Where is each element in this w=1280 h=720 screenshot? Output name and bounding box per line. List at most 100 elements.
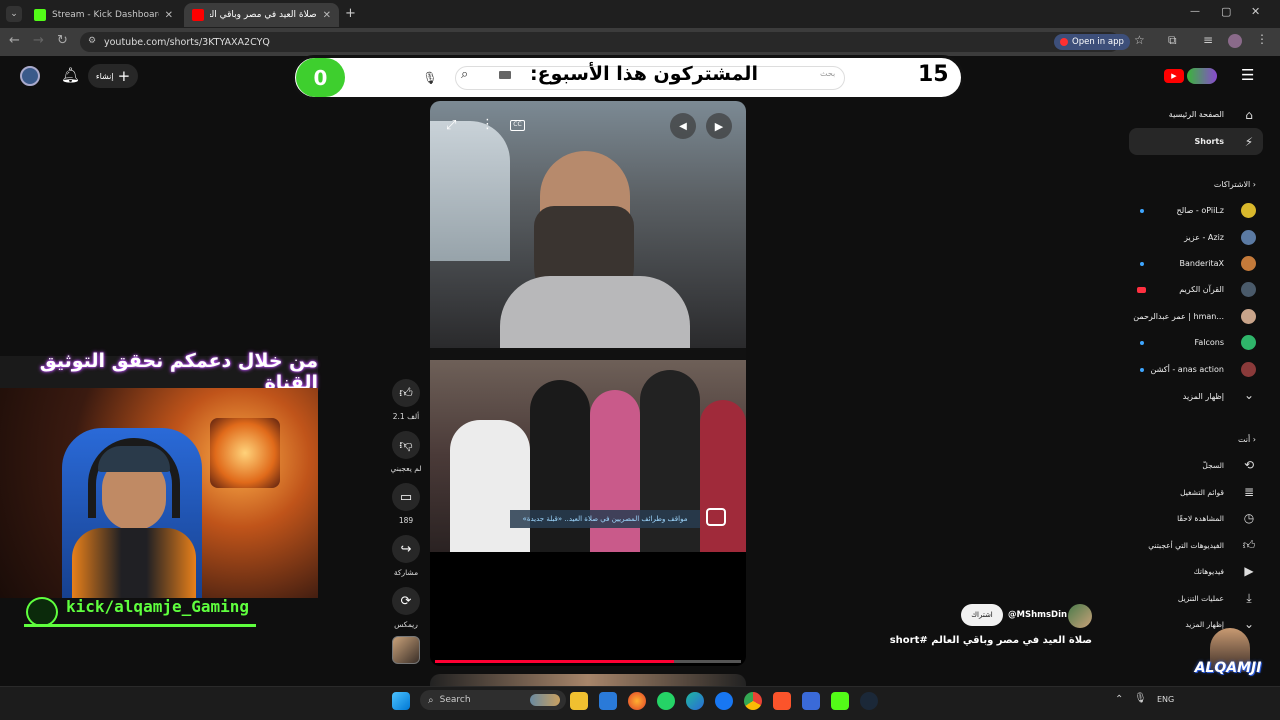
bookmark-star-icon[interactable]: ☆ (1134, 33, 1145, 47)
dislike-button[interactable]: 👎︎ (392, 431, 420, 459)
channel-avatar[interactable] (1068, 604, 1092, 628)
sidebar-item-shorts[interactable]: Shorts (1195, 137, 1224, 146)
steam-icon[interactable] (860, 692, 878, 710)
mail-icon[interactable] (599, 692, 617, 710)
subscriber-counter-left: 0 (296, 58, 345, 97)
chrome-icon[interactable] (744, 692, 762, 710)
video-divider (430, 348, 746, 360)
thumbs-down-icon: 👎︎ (399, 437, 413, 453)
site-info-icon[interactable]: ⚙ (88, 36, 96, 46)
tab-youtube-short[interactable]: صلاة العيد في مصر وباقي العالم ✕ (184, 3, 339, 27)
channel-avatar[interactable] (1241, 203, 1256, 218)
remix-label: ريمكس (394, 620, 418, 629)
sidebar-item-subscription[interactable]: BanderitaX (1180, 259, 1225, 268)
profile-avatar[interactable] (1228, 34, 1242, 48)
channel-avatar[interactable] (1241, 230, 1256, 245)
close-window-button[interactable]: ✕ (1251, 5, 1260, 18)
sidebar-item-you[interactable]: إظهار المزيد (1185, 620, 1224, 629)
kick-app-icon[interactable] (831, 692, 849, 710)
fireplace (210, 418, 280, 488)
remix-button[interactable]: ⟳ (392, 587, 420, 615)
short-video-player[interactable]: مواقف وطرائف المصريين في صلاة العيد.. «ق… (430, 101, 746, 666)
back-icon[interactable]: ← (9, 33, 20, 48)
edge-icon[interactable] (686, 692, 704, 710)
notifications-bell-icon[interactable]: 🔔︎ (61, 66, 80, 84)
file-explorer-icon[interactable] (570, 692, 588, 710)
keyboard-icon[interactable] (499, 71, 511, 79)
language-indicator[interactable]: ENG (1157, 695, 1174, 704)
windows-start-icon[interactable] (392, 692, 410, 710)
create-button[interactable]: إنشاء + (88, 64, 138, 88)
address-bar[interactable]: ⚙ youtube.com/shorts/3KTYAXA2CYQ (80, 32, 1120, 52)
close-tab-icon[interactable]: ✕ (323, 10, 331, 21)
tab-kick-dashboard[interactable]: Stream - Kick Dashboard ✕ (26, 3, 181, 27)
sidebar-item-you[interactable]: المشاهدة لاحقًا (1177, 514, 1224, 523)
sidebar-item-you[interactable]: قوائم التشغيل (1180, 488, 1224, 497)
sidebar-item-you[interactable]: فيديوهاتك (1194, 567, 1224, 576)
sidebar-item-subscription[interactable]: عزيز - Aziz (1184, 233, 1224, 242)
channel-avatar[interactable] (1241, 282, 1256, 297)
channel-avatar[interactable] (1241, 309, 1256, 324)
sidebar-item-you[interactable]: عمليات التنزيل (1178, 594, 1224, 603)
progress-bar-fill (435, 660, 674, 663)
fullscreen-icon[interactable]: ⤢ (446, 118, 456, 133)
taskbar-search-box[interactable]: ⌕ Search (420, 690, 566, 710)
search-icon: ⌕ (428, 694, 434, 706)
sidebar-item-subscription[interactable]: عمر عبدالرحمن | hman... (1133, 312, 1224, 321)
sidebar-item-subscription[interactable]: القرآن الكريم (1179, 285, 1224, 294)
facebook-icon[interactable] (715, 692, 733, 710)
sidebar-item-you[interactable]: السجلّ (1202, 461, 1224, 470)
captions-icon[interactable]: CC (510, 120, 525, 131)
search-icon[interactable]: ⌕ (461, 67, 468, 82)
subscribe-button[interactable]: اشتراك (961, 604, 1003, 626)
tray-overflow-icon[interactable]: ⌃ (1115, 694, 1123, 705)
you-header[interactable]: أنت › (1238, 435, 1256, 444)
video-top-frame (430, 101, 746, 356)
liked-icon: 👍︎ (1242, 538, 1256, 552)
sidebar-item-home[interactable]: الصفحة الرئيسية (1169, 110, 1224, 119)
guide-menu-icon[interactable]: ☰ (1241, 66, 1254, 84)
firefox-icon[interactable] (628, 692, 646, 710)
shield-app-icon[interactable] (802, 692, 820, 710)
channel-avatar[interactable] (1241, 335, 1256, 350)
more-options-icon[interactable]: ⋮ (481, 117, 494, 132)
new-tab-button[interactable]: + (345, 6, 356, 21)
sidebar-item-subscription[interactable]: Falcons (1194, 338, 1224, 347)
maximize-button[interactable]: ▢ (1221, 5, 1231, 18)
close-tab-icon[interactable]: ✕ (165, 10, 173, 21)
play-button[interactable]: ▶ (706, 113, 732, 139)
show-more-subscriptions[interactable]: إظهار المزيد (1183, 392, 1224, 401)
sidebar-item-you[interactable]: الفيديوهات التي أعجبتني (1148, 541, 1224, 550)
channel-avatar[interactable] (1241, 362, 1256, 377)
mic-icon[interactable]: 🎙︎ (419, 67, 441, 89)
media-icon[interactable]: ≡ (1203, 33, 1213, 47)
whatsapp-icon[interactable] (657, 692, 675, 710)
sound-thumbnail[interactable] (392, 636, 420, 664)
account-avatar[interactable] (20, 66, 40, 86)
webcam-feed (0, 388, 318, 598)
progress-bar-track[interactable] (435, 660, 741, 663)
open-in-app-button[interactable]: Open in app (1054, 34, 1130, 50)
comments-button[interactable]: ▭ (392, 483, 420, 511)
watermark-icon (706, 508, 726, 526)
tray-mic-icon[interactable]: 🎙︎ (1134, 693, 1147, 704)
new-content-dot (1140, 341, 1144, 345)
channel-avatar[interactable] (1241, 256, 1256, 271)
channel-handle[interactable]: @MShmsDin (1008, 610, 1067, 620)
reload-icon[interactable]: ↻ (57, 33, 68, 48)
brave-icon[interactable] (773, 692, 791, 710)
extensions-icon[interactable]: ⧉ (1168, 33, 1177, 48)
sidebar-item-subscription[interactable]: صالح - oPiiLz (1177, 206, 1224, 215)
youtube-logo[interactable]: ▶ (1164, 67, 1220, 85)
minimize-button[interactable]: — (1190, 6, 1200, 17)
subscriptions-header[interactable]: الاشتراكات › (1214, 180, 1256, 189)
next-short-preview[interactable] (430, 674, 746, 686)
like-button[interactable]: 👍︎ (392, 379, 420, 407)
browser-menu-icon[interactable]: ⋮ (1256, 32, 1268, 46)
tab-list-button[interactable]: ⌄ (6, 6, 22, 22)
sidebar-item-subscription[interactable]: أكشن - anas action (1151, 365, 1224, 374)
share-button[interactable]: ↪ (392, 535, 420, 563)
plus-icon: + (117, 67, 131, 85)
volume-button[interactable]: ◀︎ (670, 113, 696, 139)
forward-icon[interactable]: → (33, 33, 44, 48)
